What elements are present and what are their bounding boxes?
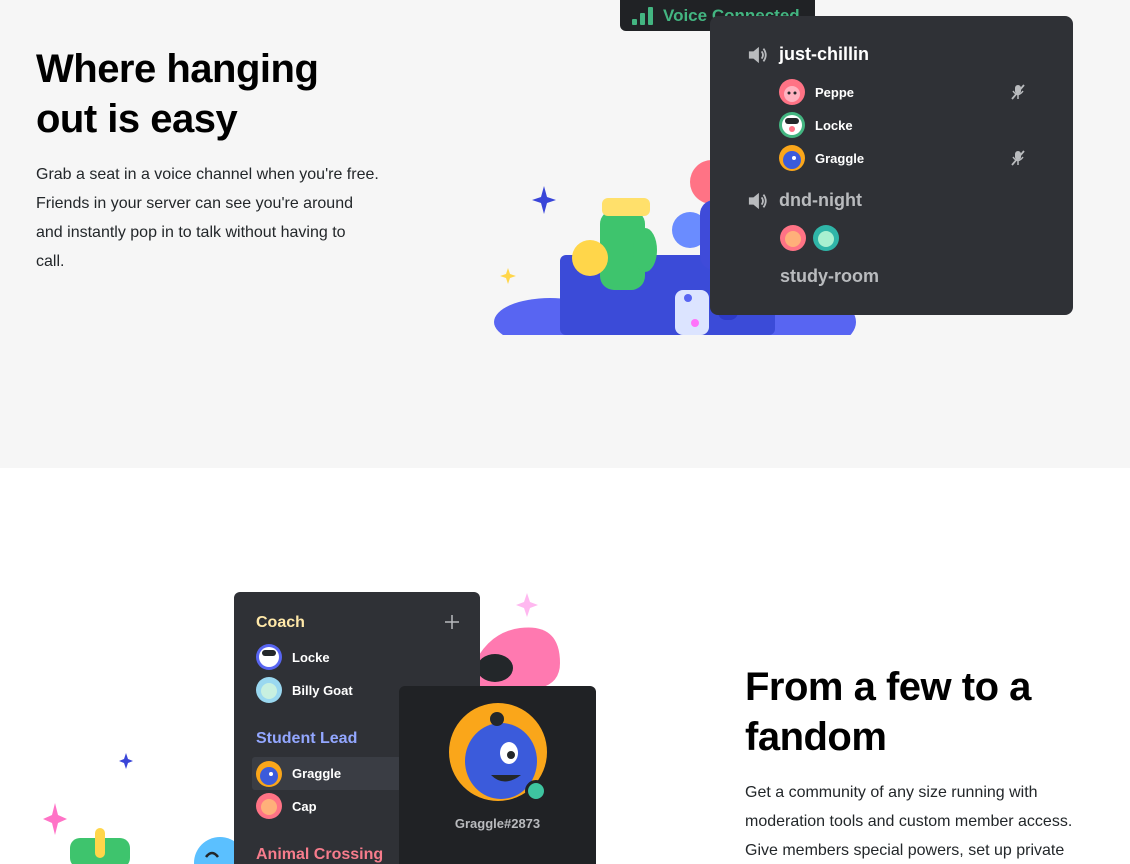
role-member-cap[interactable]: Cap [256,793,317,819]
community-description-line: Give members special powers, set up priv… [745,842,1065,859]
profile-tag: Graggle#2873 [454,816,541,831]
avatar [256,644,282,670]
signal-icon [632,6,653,25]
online-status-indicator [525,780,547,802]
role-title-animal-crossing: Animal Crossing [256,846,384,863]
voice-heading: Where hanging out is easy [36,44,319,144]
voice-description: Grab a seat in a voice channel when you'… [36,160,396,276]
member-name: Billy Goat [292,682,353,698]
voice-description-line: Friends in your server can see you're ar… [36,195,353,212]
channel-name: just-chillin [779,44,869,64]
voice-heading-line-1: Where hanging [36,47,319,91]
avatar [779,145,805,171]
voice-description-line: Grab a seat in a voice channel when you'… [36,166,379,183]
community-heading: From a few to a fandom [745,662,1031,762]
voice-member-peppe[interactable]: Peppe [779,79,854,105]
avatar [779,112,805,138]
avatar [256,793,282,819]
channel-name: study-room [780,266,879,286]
avatar [256,677,282,703]
role-title-student-lead: Student Lead [256,730,358,747]
avatar[interactable] [813,225,839,251]
add-icon[interactable] [444,614,460,630]
avatar[interactable] [780,225,806,251]
mute-icon[interactable] [1009,83,1027,101]
member-name: Graggle [292,766,342,781]
voice-member-locke[interactable]: Locke [779,112,853,138]
member-name: Locke [815,117,853,133]
community-heading-line-1: From a few to a [745,665,1031,709]
community-description-line: moderation tools and custom member acces… [745,813,1073,830]
role-member-locke[interactable]: Locke [256,644,330,670]
member-name: Graggle [815,150,865,166]
role-member-billy-goat[interactable]: Billy Goat [256,677,353,703]
avatar [256,760,282,787]
voice-section: Where hanging out is easy Grab a seat in… [0,0,1130,468]
channel-study-room[interactable]: study-room [780,266,879,287]
mute-icon[interactable] [1009,149,1027,167]
voice-description-line: call. [36,253,65,270]
speaker-icon [748,46,767,63]
voice-channel-panel: just-chillin Peppe Locke Graggle dnd-nig… [710,16,1073,315]
channel-dnd-night[interactable]: dnd-night [747,190,862,211]
avatar [779,79,805,105]
voice-description-line: and instantly pop in to talk without hav… [36,224,346,241]
member-name: Locke [292,649,330,665]
member-name: Peppe [815,84,855,100]
community-description-line: Get a community of any size running with [745,784,1038,801]
speaker-icon [748,192,767,209]
channel-name: dnd-night [779,190,862,210]
community-section: Coach Locke Billy Goat Student Lead Grag… [0,468,1130,864]
voice-heading-line-2: out is easy [36,97,238,141]
channel-just-chillin[interactable]: just-chillin [747,44,869,65]
role-member-graggle[interactable]: Graggle [252,757,417,790]
voice-member-graggle[interactable]: Graggle [779,145,864,171]
community-description: Get a community of any size running with… [745,778,1115,864]
member-name: Cap [292,798,317,814]
profile-card[interactable]: Graggle#2873 [399,686,596,864]
role-title-coach: Coach [256,614,305,631]
community-heading-line-2: fandom [745,715,887,759]
